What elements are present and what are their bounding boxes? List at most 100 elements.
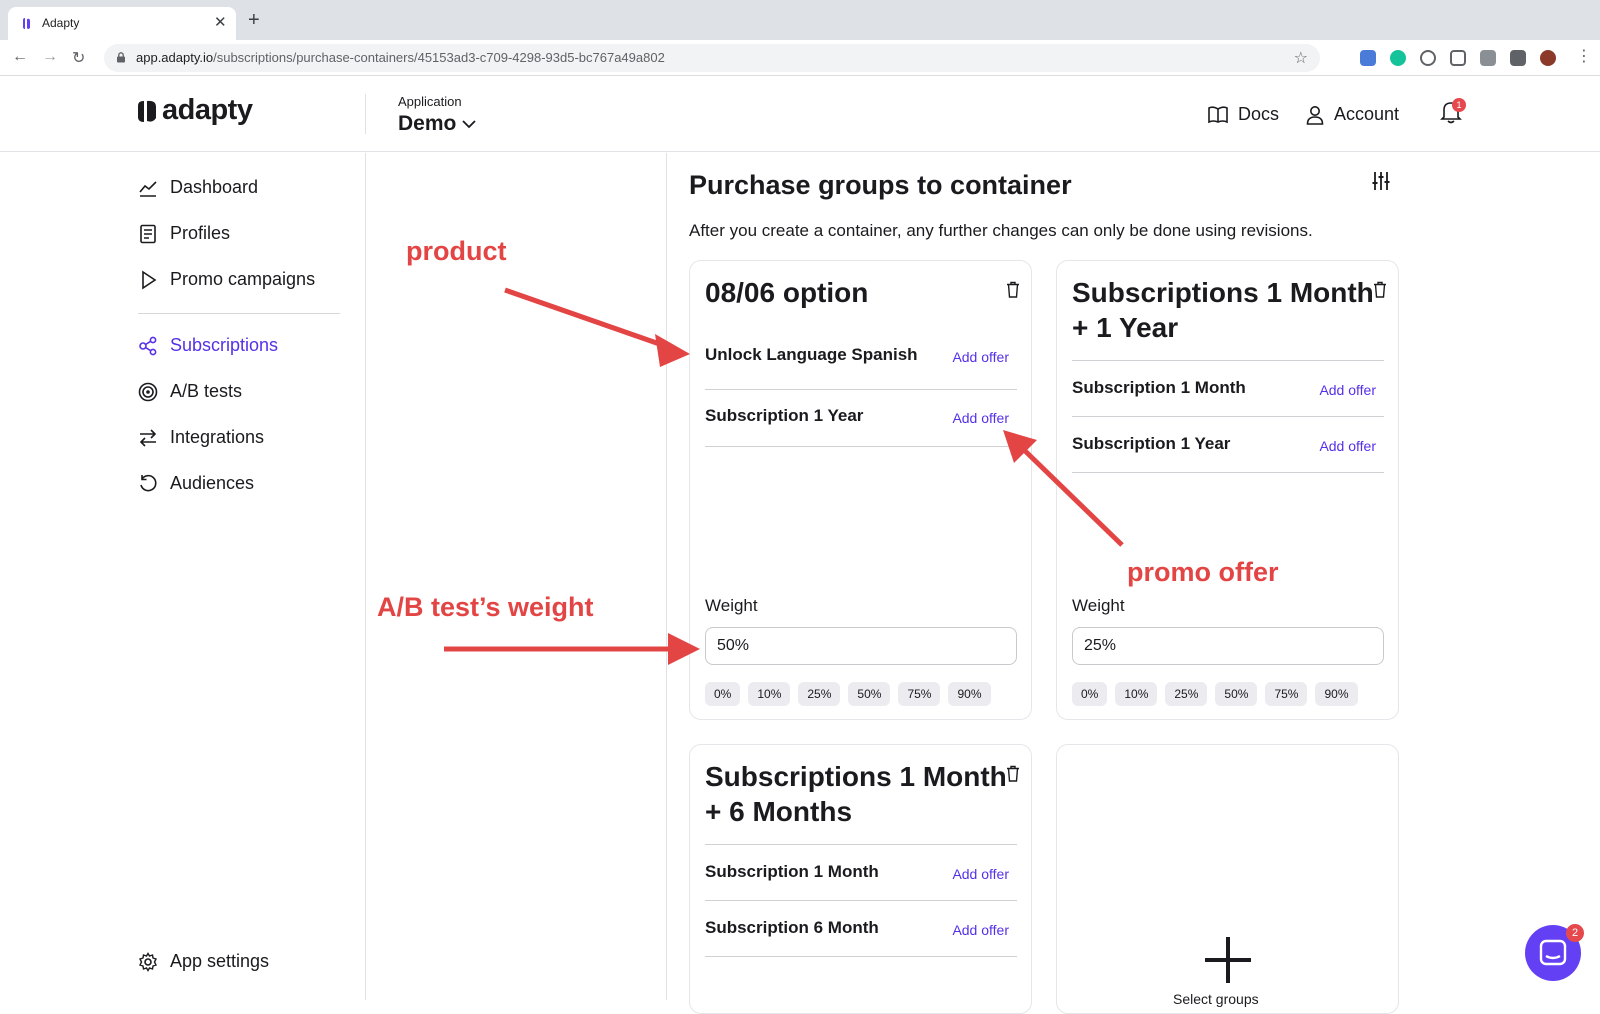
sidebar-item-integrations[interactable]: Integrations [138,427,264,448]
weight-preset-chip[interactable]: 90% [948,682,991,706]
share-nodes-icon [139,336,157,355]
application-label: Application [398,94,462,109]
sidebar-item-label: Subscriptions [170,335,279,355]
sidebar-item-label: Integrations [170,427,265,447]
address-bar[interactable]: app.adapty.io/subscriptions/purchase-con… [104,44,1320,72]
sidebar: Dashboard Profiles Promo campaigns Subsc… [0,153,366,1000]
purchase-group-card: Subscriptions 1 Month + 1 Year Subscript… [1056,260,1399,720]
weight-preset-chip[interactable]: 25% [1165,682,1208,706]
plus-icon [1205,937,1251,983]
application-selector[interactable]: Demo [398,112,476,136]
weight-preset-chip[interactable]: 50% [848,682,891,706]
url-host: app.adapty.io [136,50,214,65]
annotation-promo-offer: promo offer [1127,557,1279,587]
book-icon [1208,105,1228,123]
product-row: Unlock Language Spanish Add offer [705,327,1017,390]
add-offer-link[interactable]: Add offer [952,410,1009,426]
sidebar-item-audiences[interactable]: Audiences [138,473,254,494]
card-title: Subscriptions 1 Month + 1 Year [1072,275,1374,345]
card-title: 08/06 option [705,277,869,308]
weight-input[interactable] [705,627,1017,665]
weight-preset-chip[interactable]: 10% [748,682,791,706]
weight-preset-chip[interactable]: 50% [1215,682,1258,706]
translate-extension-icon[interactable] [1360,50,1376,66]
add-offer-link[interactable]: Add offer [952,922,1009,938]
sidebar-item-app-settings[interactable]: App settings [138,951,269,972]
weight-preset-chip[interactable]: 10% [1115,682,1158,706]
weight-preset-chip[interactable]: 75% [1265,682,1308,706]
back-icon[interactable]: ← [12,48,28,66]
logo-text: adapty [162,94,253,126]
add-offer-link[interactable]: Add offer [952,866,1009,882]
product-row: Subscription 1 Year Add offer [705,390,1017,447]
weight-presets: 0% 10% 25% 50% 75% 90% [1072,682,1358,706]
weight-preset-chip[interactable]: 0% [1072,682,1108,706]
adapty-logo[interactable]: adapty [136,94,253,127]
trash-icon[interactable] [1373,281,1387,298]
adapty-favicon-icon [23,18,30,29]
weight-preset-chip[interactable]: 75% [898,682,941,706]
trash-icon[interactable] [1006,281,1020,298]
weight-preset-chip[interactable]: 25% [798,682,841,706]
application-name: Demo [398,112,457,135]
card-title-line: Subscriptions 1 Month [705,761,1007,792]
add-group-card[interactable]: Select groups [1056,744,1399,1014]
puzzle-extensions-icon[interactable] [1510,50,1526,66]
docs-link[interactable]: Docs [1208,104,1279,125]
sidebar-item-subscriptions[interactable]: Subscriptions [138,335,278,356]
refresh-icon [140,474,157,491]
sidebar-item-promo-campaigns[interactable]: Promo campaigns [138,269,315,290]
notification-badge: 1 [1452,98,1466,112]
grammarly-extension-icon[interactable] [1390,50,1406,66]
adapty-logo-icon [138,100,156,122]
reload-icon[interactable]: ↻ [72,48,85,68]
play-icon [142,270,157,289]
sidebar-item-ab-tests[interactable]: A/B tests [138,381,242,402]
product-row: Subscription 1 Month Add offer [705,845,1017,901]
browser-tab-bar: Adapty ✕ + [0,0,1600,40]
purchase-group-card: Subscriptions 1 Month + 6 Months Subscri… [689,744,1032,1014]
new-tab-button[interactable]: + [248,10,260,30]
filter-sliders-icon[interactable] [1370,170,1392,192]
weight-input[interactable] [1072,627,1384,665]
product-name: Subscription 1 Year [705,406,864,425]
add-offer-link[interactable]: Add offer [952,349,1009,365]
sidebar-item-profiles[interactable]: Profiles [138,223,230,244]
sidebar-item-dashboard[interactable]: Dashboard [138,177,258,198]
card-title-line: + 1 Year [1072,312,1179,343]
chart-line-icon [139,180,157,197]
product-row: Subscription 1 Year Add offer [1072,417,1384,473]
shield-extension-icon[interactable] [1450,50,1466,66]
docs-label: Docs [1238,104,1280,124]
account-label: Account [1334,104,1400,124]
bookmark-star-icon[interactable]: ☆ [1294,48,1308,68]
trash-icon[interactable] [1006,765,1020,782]
add-offer-link[interactable]: Add offer [1319,438,1376,454]
info-extension-icon[interactable] [1420,50,1436,66]
chevron-down-icon [462,120,476,129]
sidebar-item-label: A/B tests [170,381,243,401]
page-subtitle: After you create a container, any furthe… [689,221,1313,240]
browser-tab[interactable]: Adapty ✕ [8,7,236,40]
profile-avatar[interactable] [1540,50,1556,66]
weight-preset-chip[interactable]: 0% [705,682,741,706]
product-name: Subscription 1 Month [1072,378,1246,397]
weight-label: Weight [1072,596,1125,615]
card-title-line: + 6 Months [705,796,853,827]
browser-menu-icon[interactable]: ⋮ [1576,46,1592,66]
sidebar-item-label: Audiences [170,473,255,493]
tab-close-icon[interactable]: ✕ [214,13,227,31]
chat-badge: 2 [1566,924,1584,942]
cast-extension-icon[interactable] [1480,50,1496,66]
sidebar-item-label: Profiles [170,223,231,243]
forward-icon[interactable]: → [42,48,58,66]
account-link[interactable]: Account [1306,104,1399,125]
add-offer-link[interactable]: Add offer [1319,382,1376,398]
annotation-product: product [406,236,507,266]
product-row: Subscription 1 Month Add offer [1072,361,1384,417]
weight-preset-chip[interactable]: 90% [1315,682,1358,706]
select-groups-label: Select groups [1173,991,1259,1007]
product-name: Unlock Language Spanish [705,345,918,364]
annotation-ab-weight: A/B test’s weight [377,592,594,622]
sidebar-item-label: App settings [170,951,270,971]
